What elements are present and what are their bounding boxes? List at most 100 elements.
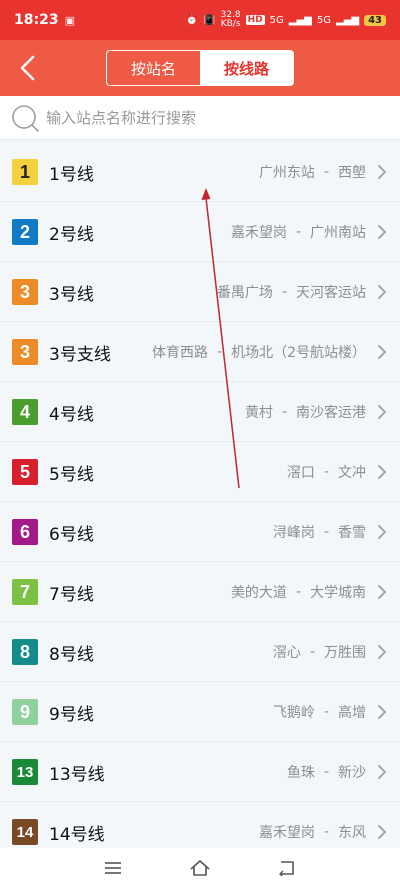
chevron-right-icon xyxy=(378,165,386,179)
back-button[interactable] xyxy=(12,52,44,84)
route-separator: - xyxy=(281,404,287,420)
sim2-signal: 5G xyxy=(316,14,331,26)
line-number-badge: 3 xyxy=(12,339,38,365)
system-nav-bar xyxy=(0,848,400,888)
line-name: 2号线 xyxy=(49,224,94,245)
route-separator: - xyxy=(323,824,329,840)
chevron-right-icon xyxy=(378,345,386,359)
hd-badge: HD xyxy=(245,15,265,25)
route-start: 嘉禾望岗 xyxy=(258,825,315,841)
route-end: 高增 xyxy=(338,705,366,721)
route-start: 番禺广场 xyxy=(216,285,273,301)
line-row[interactable]: 4 4号线 黄村 - 南沙客运港 xyxy=(0,382,400,442)
line-row[interactable]: 13 13号线 鱼珠 - 新沙 xyxy=(0,742,400,802)
home-icon xyxy=(190,860,210,876)
route-start: 滘口 xyxy=(286,465,315,481)
line-number-badge: 2 xyxy=(12,219,38,245)
route-separator: - xyxy=(323,524,329,540)
line-name: 4号线 xyxy=(49,404,94,425)
nav-home-button[interactable] xyxy=(180,848,220,888)
signal-icon: ▂▄▆ xyxy=(336,14,360,26)
route-end: 新沙 xyxy=(338,765,366,781)
line-row[interactable]: 5 5号线 滘口 - 文冲 xyxy=(0,442,400,502)
tab-by-line[interactable]: 按线路 xyxy=(200,51,293,85)
line-number-badge: 8 xyxy=(12,639,38,665)
line-row[interactable]: 6 6号线 浔峰岗 - 香雪 xyxy=(0,502,400,562)
line-route: 体育西路 - 机场北（2号航站楼） xyxy=(152,322,366,382)
chevron-right-icon xyxy=(378,705,386,719)
line-number-badge: 6 xyxy=(12,519,38,545)
status-right-group: ⏰ 📳 32.8 KB/s HD 5G ▂▄▆ 5G ▂▄▆ 43 xyxy=(186,11,386,29)
line-row[interactable]: 8 8号线 滘心 - 万胜围 xyxy=(0,622,400,682)
chevron-right-icon xyxy=(378,465,386,479)
route-start: 浔峰岗 xyxy=(272,525,315,541)
search-icon xyxy=(12,104,39,132)
status-time: 18:23 xyxy=(14,12,59,28)
line-number-badge: 13 xyxy=(12,759,38,785)
line-list: 1 1号线 广州东站 - 西塱 2 2号线 嘉禾望岗 - 广州南站 3 3号线 番禺广场 - 天河客运站 3 3… xyxy=(0,142,400,862)
route-separator: - xyxy=(295,584,301,600)
route-start: 鱼珠 xyxy=(286,765,315,781)
net-speed: 32.8 KB/s xyxy=(221,11,241,29)
line-route: 广州东站 - 西塱 xyxy=(259,142,366,202)
back-arrow-icon xyxy=(20,55,35,81)
line-number-badge: 9 xyxy=(12,699,38,725)
battery-indicator: 43 xyxy=(364,14,386,26)
line-number-badge: 3 xyxy=(12,279,38,305)
tab-by-station[interactable]: 按站名 xyxy=(107,51,200,85)
line-route: 滘心 - 万胜围 xyxy=(273,622,366,682)
route-end: 广州南站 xyxy=(310,225,366,241)
line-route: 浔峰岗 - 香雪 xyxy=(273,502,366,562)
nav-back-button[interactable] xyxy=(267,848,307,888)
chevron-right-icon xyxy=(378,825,386,839)
line-route: 嘉禾望岗 - 广州南站 xyxy=(231,202,366,262)
line-row[interactable]: 3 3号线 番禺广场 - 天河客运站 xyxy=(0,262,400,322)
nav-menu-button[interactable] xyxy=(93,848,133,888)
view-toggle: 按站名 按线路 xyxy=(106,50,294,86)
route-start: 飞鹅岭 xyxy=(272,705,315,721)
chevron-right-icon xyxy=(378,405,386,419)
line-name: 13号线 xyxy=(49,764,105,785)
route-end: 香雪 xyxy=(338,525,366,541)
line-route: 飞鹅岭 - 高增 xyxy=(273,682,366,742)
route-separator: - xyxy=(295,224,301,240)
route-separator: - xyxy=(217,344,223,360)
chevron-right-icon xyxy=(378,285,386,299)
line-name: 9号线 xyxy=(49,704,94,725)
line-name: 3号支线 xyxy=(49,344,111,365)
search-bar xyxy=(0,96,400,140)
line-route: 滘口 - 文冲 xyxy=(287,442,366,502)
line-name: 1号线 xyxy=(49,164,94,185)
line-name: 5号线 xyxy=(49,464,94,485)
sim1-signal: 5G xyxy=(269,14,284,26)
menu-icon xyxy=(105,862,122,874)
signal-icon: ▂▄▆ xyxy=(288,14,312,26)
line-row[interactable]: 2 2号线 嘉禾望岗 - 广州南站 xyxy=(0,202,400,262)
route-separator: - xyxy=(309,644,315,660)
route-start: 嘉禾望岗 xyxy=(230,225,287,241)
screenshot-notification-icon: ▣ xyxy=(64,13,75,27)
route-end: 大学城南 xyxy=(310,585,366,601)
app-header: 按站名 按线路 xyxy=(0,40,400,96)
search-input[interactable] xyxy=(46,108,386,127)
route-separator: - xyxy=(323,464,329,480)
line-row[interactable]: 9 9号线 飞鹅岭 - 高增 xyxy=(0,682,400,742)
route-end: 文冲 xyxy=(338,465,366,481)
route-end: 天河客运站 xyxy=(296,285,366,301)
chevron-right-icon xyxy=(378,645,386,659)
route-separator: - xyxy=(281,284,287,300)
line-row[interactable]: 3 3号支线 体育西路 - 机场北（2号航站楼） xyxy=(0,322,400,382)
route-separator: - xyxy=(323,164,329,180)
line-number-badge: 5 xyxy=(12,459,38,485)
line-name: 8号线 xyxy=(49,644,94,665)
route-start: 体育西路 xyxy=(152,345,209,361)
route-start: 广州东站 xyxy=(258,165,315,181)
chevron-right-icon xyxy=(378,765,386,779)
line-row[interactable]: 1 1号线 广州东站 - 西塱 xyxy=(0,142,400,202)
line-row[interactable]: 7 7号线 美的大道 - 大学城南 xyxy=(0,562,400,622)
line-number-badge: 1 xyxy=(12,159,38,185)
route-start: 黄村 xyxy=(244,405,273,421)
line-route: 鱼珠 - 新沙 xyxy=(287,742,366,802)
line-number-badge: 4 xyxy=(12,399,38,425)
route-end: 东风 xyxy=(338,825,366,841)
